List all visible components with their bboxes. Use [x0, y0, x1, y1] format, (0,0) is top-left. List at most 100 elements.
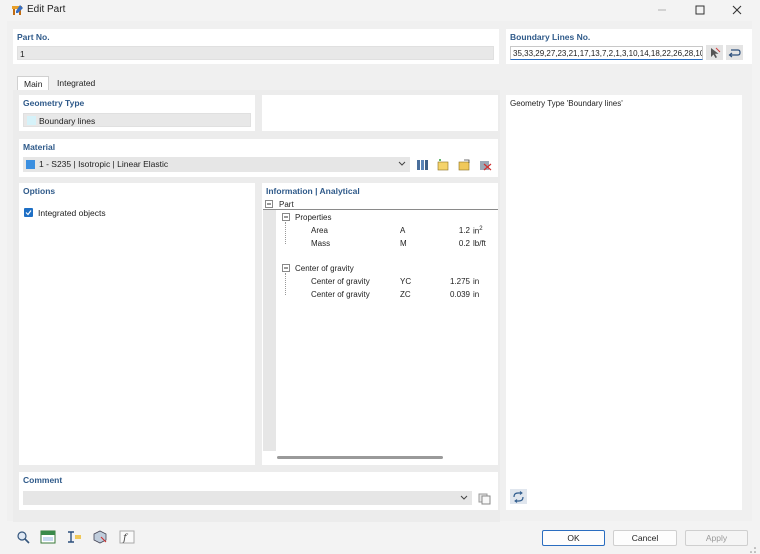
property-value: 1.2	[458, 226, 470, 235]
material-library-button[interactable]	[414, 157, 431, 172]
minimize-button[interactable]	[650, 2, 674, 18]
units-tool-button[interactable]	[38, 528, 58, 546]
maximize-button[interactable]	[688, 2, 712, 18]
part-no-value: 1	[20, 49, 25, 59]
property-row: Center of gravity ZC 0.039 in	[263, 289, 498, 301]
property-name: Area	[311, 226, 328, 235]
geometry-type-panel: Geometry Type Boundary lines	[19, 95, 255, 131]
resize-grip-icon[interactable]	[748, 545, 757, 554]
formula-tool-button[interactable]: f	[117, 528, 137, 546]
close-icon	[732, 5, 742, 15]
maximize-icon	[695, 5, 705, 15]
tab-integrated-label: Integrated	[57, 78, 96, 88]
property-name: Mass	[311, 239, 331, 248]
material-label: Material	[23, 142, 56, 152]
delete-material-button[interactable]	[476, 157, 493, 172]
tab-main[interactable]: Main	[17, 76, 50, 91]
geometry-blank-panel	[262, 95, 498, 131]
tree-properties: Properties	[295, 213, 332, 222]
ok-label: OK	[567, 533, 580, 543]
options-label: Options	[23, 186, 56, 196]
material-select[interactable]: 1 - S235 | Isotropic | Linear Elastic	[23, 157, 410, 172]
description-panel: Geometry Type 'Boundary lines'	[506, 95, 742, 510]
chevron-down-icon	[398, 161, 406, 166]
property-unit: in	[473, 290, 480, 299]
geometry-swatch	[27, 116, 36, 125]
info-tree: Part Properties Area A 1.2 in2 Mass M 0.…	[263, 199, 498, 459]
integrated-objects-label: Integrated objects	[38, 208, 106, 218]
geometry-type-field[interactable]: Boundary lines	[23, 113, 251, 127]
delete-item-icon	[479, 160, 491, 170]
material-swatch	[26, 160, 35, 169]
boundary-lines-label: Boundary Lines No.	[510, 32, 591, 42]
property-symbol: M	[400, 239, 407, 248]
copy-comment-button[interactable]	[476, 491, 493, 506]
geometry-type-value: Boundary lines	[39, 116, 96, 126]
app-icon	[12, 5, 23, 15]
property-row: Center of gravity YC 1.275 in	[263, 276, 498, 288]
units-icon	[40, 530, 56, 544]
material-panel: Material 1 - S235 | Isotropic | Linear E…	[19, 139, 498, 177]
tab-main-label: Main	[24, 79, 43, 89]
property-symbol: A	[400, 226, 406, 235]
function-icon: f	[119, 530, 135, 544]
checkmark-icon	[25, 210, 32, 216]
comment-label: Comment	[23, 475, 63, 485]
collapse-icon[interactable]	[282, 213, 290, 221]
apply-label: Apply	[705, 533, 728, 543]
apply-button[interactable]: Apply	[685, 530, 748, 546]
property-unit: lb/ft	[473, 239, 486, 248]
reverse-lines-button[interactable]	[726, 45, 743, 60]
pick-lines-button[interactable]	[706, 45, 723, 60]
geometry-type-label: Geometry Type	[23, 98, 85, 108]
title-bar: Edit Part	[0, 0, 760, 20]
property-row: Mass M 0.2 lb/ft	[263, 238, 498, 250]
property-value: 1.275	[449, 277, 470, 286]
unit-sup: 2	[479, 226, 483, 232]
part-no-panel: Part No. 1	[13, 29, 499, 64]
property-symbol: YC	[400, 277, 412, 286]
copy-icon	[478, 493, 491, 504]
property-name: Center of gravity	[311, 277, 370, 286]
property-unit: in	[473, 277, 480, 286]
integrated-objects-checkbox[interactable]	[24, 208, 33, 217]
cancel-label: Cancel	[631, 533, 659, 543]
ok-button[interactable]: OK	[542, 530, 605, 546]
tab-integrated[interactable]: Integrated	[51, 76, 101, 91]
tree-part: Part	[279, 200, 294, 209]
property-value: 0.2	[458, 239, 470, 248]
part-no-label: Part No.	[17, 32, 50, 42]
collapse-icon[interactable]	[282, 264, 290, 272]
property-row: Area A 1.2 in2	[263, 225, 498, 237]
options-panel: Options Integrated objects	[19, 183, 255, 465]
chevron-down-icon	[460, 495, 468, 500]
close-button[interactable]	[725, 2, 749, 18]
cancel-button[interactable]: Cancel	[613, 530, 677, 546]
tree-header-row: Part	[263, 199, 498, 210]
description-text: Geometry Type 'Boundary lines'	[510, 99, 623, 108]
edit-item-icon	[458, 159, 469, 170]
boundary-lines-input[interactable]: 35,33,29,27,23,21,17,13,7,2,1,3,10,14,18…	[510, 46, 703, 60]
section-icon	[68, 531, 81, 543]
material-value: 1 - S235 | Isotropic | Linear Elastic	[39, 159, 169, 169]
property-symbol: ZC	[400, 290, 411, 299]
section-tool-button[interactable]	[64, 528, 84, 546]
property-unit: in2	[473, 226, 483, 236]
edit-material-button[interactable]	[455, 157, 472, 172]
refresh-description-button[interactable]	[510, 489, 527, 504]
horizontal-scrollbar[interactable]	[277, 456, 443, 459]
new-material-button[interactable]	[434, 157, 451, 172]
pick-cursor-icon	[710, 47, 720, 58]
property-value: 0.039	[449, 290, 470, 299]
search-tool-button[interactable]	[13, 528, 33, 546]
info-panel: Information | Analytical Part Properties…	[262, 183, 498, 465]
comment-input[interactable]	[23, 491, 472, 505]
collapse-icon[interactable]	[265, 200, 273, 208]
model-tool-button[interactable]	[90, 528, 110, 546]
model-object-icon	[93, 530, 107, 544]
comment-panel: Comment	[19, 472, 498, 510]
return-arrow-icon	[728, 48, 741, 57]
new-item-icon	[437, 158, 448, 170]
boundary-lines-panel: Boundary Lines No. 35,33,29,27,23,21,17,…	[506, 29, 752, 64]
part-no-input[interactable]: 1	[17, 46, 494, 60]
